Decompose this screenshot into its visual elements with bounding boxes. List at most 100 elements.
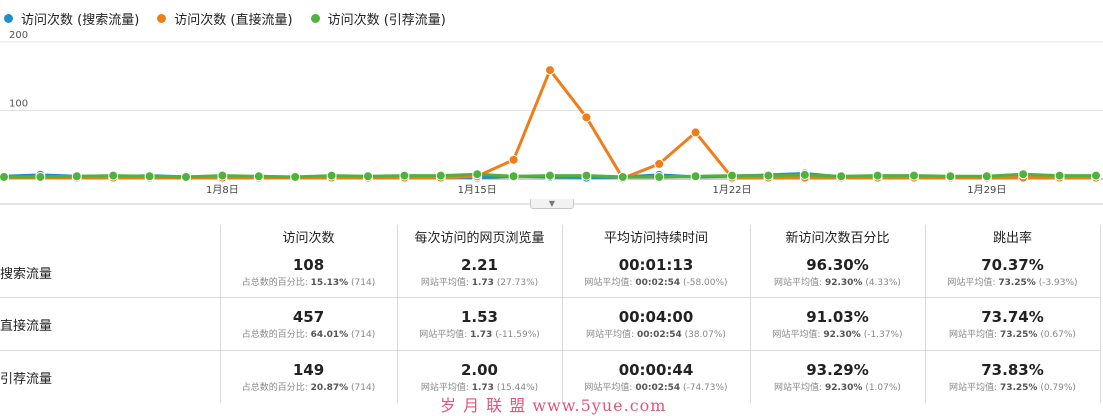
data-point[interactable] — [508, 154, 519, 165]
metric-cell: 457 占总数的百分比: 64.01% (714) — [220, 308, 397, 341]
metric-value: 00:01:13 — [618, 256, 694, 274]
metric-subtext: 占总数的百分比: 64.01% (714) — [241, 330, 376, 340]
metric-value: 2.21 — [460, 256, 498, 274]
data-point[interactable] — [1054, 170, 1065, 181]
metric-subtext: 网站平均值: 00:02:54 (-58.00%) — [584, 278, 728, 288]
metrics-table: 访问次数 每次访问的网页浏览量 平均访问持续时间 新访问次数百分比 跳出率搜索流量 108… — [0, 225, 1103, 405]
series-line-1 — [4, 68, 1096, 180]
legend-label-referral: 访问次数 (引荐流量) — [327, 12, 446, 28]
metric-value: 108 — [292, 256, 325, 274]
metric-subtext: 网站平均值: 1.73 (-11.59%) — [419, 330, 540, 340]
data-point[interactable] — [253, 171, 264, 182]
data-point[interactable] — [217, 170, 228, 181]
expand-chart-button[interactable]: ▼ — [530, 199, 574, 209]
metric-subtext: 占总数的百分比: 15.13% (714) — [241, 278, 376, 288]
data-point[interactable] — [545, 65, 555, 76]
data-point[interactable] — [363, 171, 373, 182]
metric-cell: 108 占总数的百分比: 15.13% (714) — [220, 256, 397, 289]
legend-item-search[interactable]: 访问次数 (搜索流量) — [4, 9, 139, 28]
data-point[interactable] — [909, 170, 919, 181]
y-tick-label: 100 — [9, 99, 28, 110]
metric-cell: 00:01:13 网站平均值: 00:02:54 (-58.00%) — [562, 256, 750, 289]
data-point[interactable] — [144, 171, 155, 182]
row-label[interactable]: 直接流量 — [0, 315, 52, 334]
metric-subtext: 网站平均值: 92.30% (1.07%) — [774, 383, 901, 393]
metric-cell: 2.21 网站平均值: 1.73 (27.73%) — [397, 256, 562, 289]
x-tick-label: 1月15日 — [458, 184, 497, 196]
metric-subtext: 网站平均值: 92.30% (4.33%) — [774, 278, 901, 288]
data-point[interactable] — [0, 171, 9, 182]
metric-subtext: 网站平均值: 92.30% (-1.37%) — [772, 330, 903, 340]
metric-cell: 93.29% 网站平均值: 92.30% (1.07%) — [750, 361, 925, 394]
metric-value: 91.03% — [806, 308, 869, 326]
data-point[interactable] — [872, 170, 883, 181]
data-point[interactable] — [435, 170, 446, 181]
legend-dot-direct — [157, 13, 167, 23]
line-chart[interactable]: 200 100 1月8日 1月15日 1月22日 1月29日 — [0, 30, 1103, 205]
metric-cell: 73.74% 网站平均值: 73.25% (0.67%) — [925, 308, 1100, 341]
metric-subtext: 网站平均值: 73.25% (0.79%) — [949, 383, 1076, 393]
metric-value: 00:04:00 — [618, 308, 694, 326]
data-point[interactable] — [108, 170, 119, 181]
column-header[interactable]: 新访问次数百分比 — [750, 227, 925, 247]
metric-value: 70.37% — [981, 256, 1044, 274]
legend-dot-referral — [310, 13, 320, 23]
data-point[interactable] — [1091, 170, 1101, 181]
data-point[interactable] — [290, 171, 301, 182]
metric-subtext: 网站平均值: 1.73 (27.73%) — [420, 278, 539, 288]
data-point[interactable] — [1018, 169, 1029, 180]
row-label[interactable]: 搜索流量 — [0, 263, 52, 282]
data-point[interactable] — [654, 158, 665, 169]
data-point[interactable] — [472, 169, 483, 180]
data-point[interactable] — [981, 171, 992, 182]
metric-subtext: 占总数的百分比: 20.87% (714) — [241, 383, 376, 393]
x-tick-label: 1月22日 — [712, 184, 751, 196]
legend-dot-search — [4, 13, 13, 23]
data-point[interactable] — [508, 171, 519, 182]
data-point[interactable] — [945, 171, 956, 182]
column-header[interactable]: 访问次数 — [220, 227, 397, 247]
column-header[interactable]: 平均访问持续时间 — [562, 227, 750, 247]
metric-cell: 00:00:44 网站平均值: 00:02:54 (-74.73%) — [562, 361, 750, 394]
metric-value: 00:00:44 — [618, 361, 694, 379]
data-point[interactable] — [71, 171, 82, 182]
metric-value: 73.74% — [981, 308, 1044, 326]
column-header[interactable]: 每次访问的网页浏览量 — [397, 227, 562, 247]
data-point[interactable] — [581, 112, 592, 123]
row-label[interactable]: 引荐流量 — [0, 368, 52, 387]
data-point[interactable] — [326, 170, 337, 181]
metric-value: 1.53 — [460, 308, 498, 326]
legend-label-direct: 访问次数 (直接流量) — [174, 12, 293, 28]
legend-item-referral[interactable]: 访问次数 (引荐流量) — [310, 9, 446, 28]
metric-cell: 91.03% 网站平均值: 92.30% (-1.37%) — [750, 308, 925, 341]
data-point[interactable] — [617, 171, 628, 182]
metric-cell: 1.53 网站平均值: 1.73 (-11.59%) — [397, 308, 562, 341]
data-point[interactable] — [727, 170, 737, 181]
data-point[interactable] — [399, 170, 410, 181]
metric-subtext: 网站平均值: 73.25% (0.67%) — [949, 330, 1076, 340]
x-tick-label: 1月8日 — [206, 184, 239, 196]
chevron-down-icon: ▼ — [548, 198, 556, 208]
metric-cell: 73.83% 网站平均值: 73.25% (0.79%) — [925, 361, 1100, 394]
metric-subtext: 网站平均值: 00:02:54 (38.07%) — [586, 330, 726, 340]
metric-cell: 2.00 网站平均值: 1.73 (15.44%) — [397, 361, 562, 394]
data-point[interactable] — [181, 171, 191, 182]
row-divider — [0, 350, 1100, 351]
data-point[interactable] — [35, 171, 46, 182]
data-point[interactable] — [763, 170, 774, 181]
column-header[interactable]: 跳出率 — [925, 227, 1100, 247]
metric-value: 96.30% — [806, 256, 869, 274]
data-point[interactable] — [690, 171, 701, 182]
metric-value: 73.83% — [981, 361, 1044, 379]
metric-value: 93.29% — [806, 361, 869, 379]
metric-cell: 149 占总数的百分比: 20.87% (714) — [220, 361, 397, 394]
data-point[interactable] — [836, 171, 847, 182]
data-point[interactable] — [690, 127, 701, 138]
legend-item-direct[interactable]: 访问次数 (直接流量) — [157, 9, 293, 28]
y-tick-label: 200 — [9, 30, 28, 41]
data-point[interactable] — [654, 171, 665, 182]
data-point[interactable] — [581, 170, 592, 181]
metric-cell: 00:04:00 网站平均值: 00:02:54 (38.07%) — [562, 308, 750, 341]
data-point[interactable] — [545, 170, 555, 181]
data-point[interactable] — [799, 169, 810, 180]
